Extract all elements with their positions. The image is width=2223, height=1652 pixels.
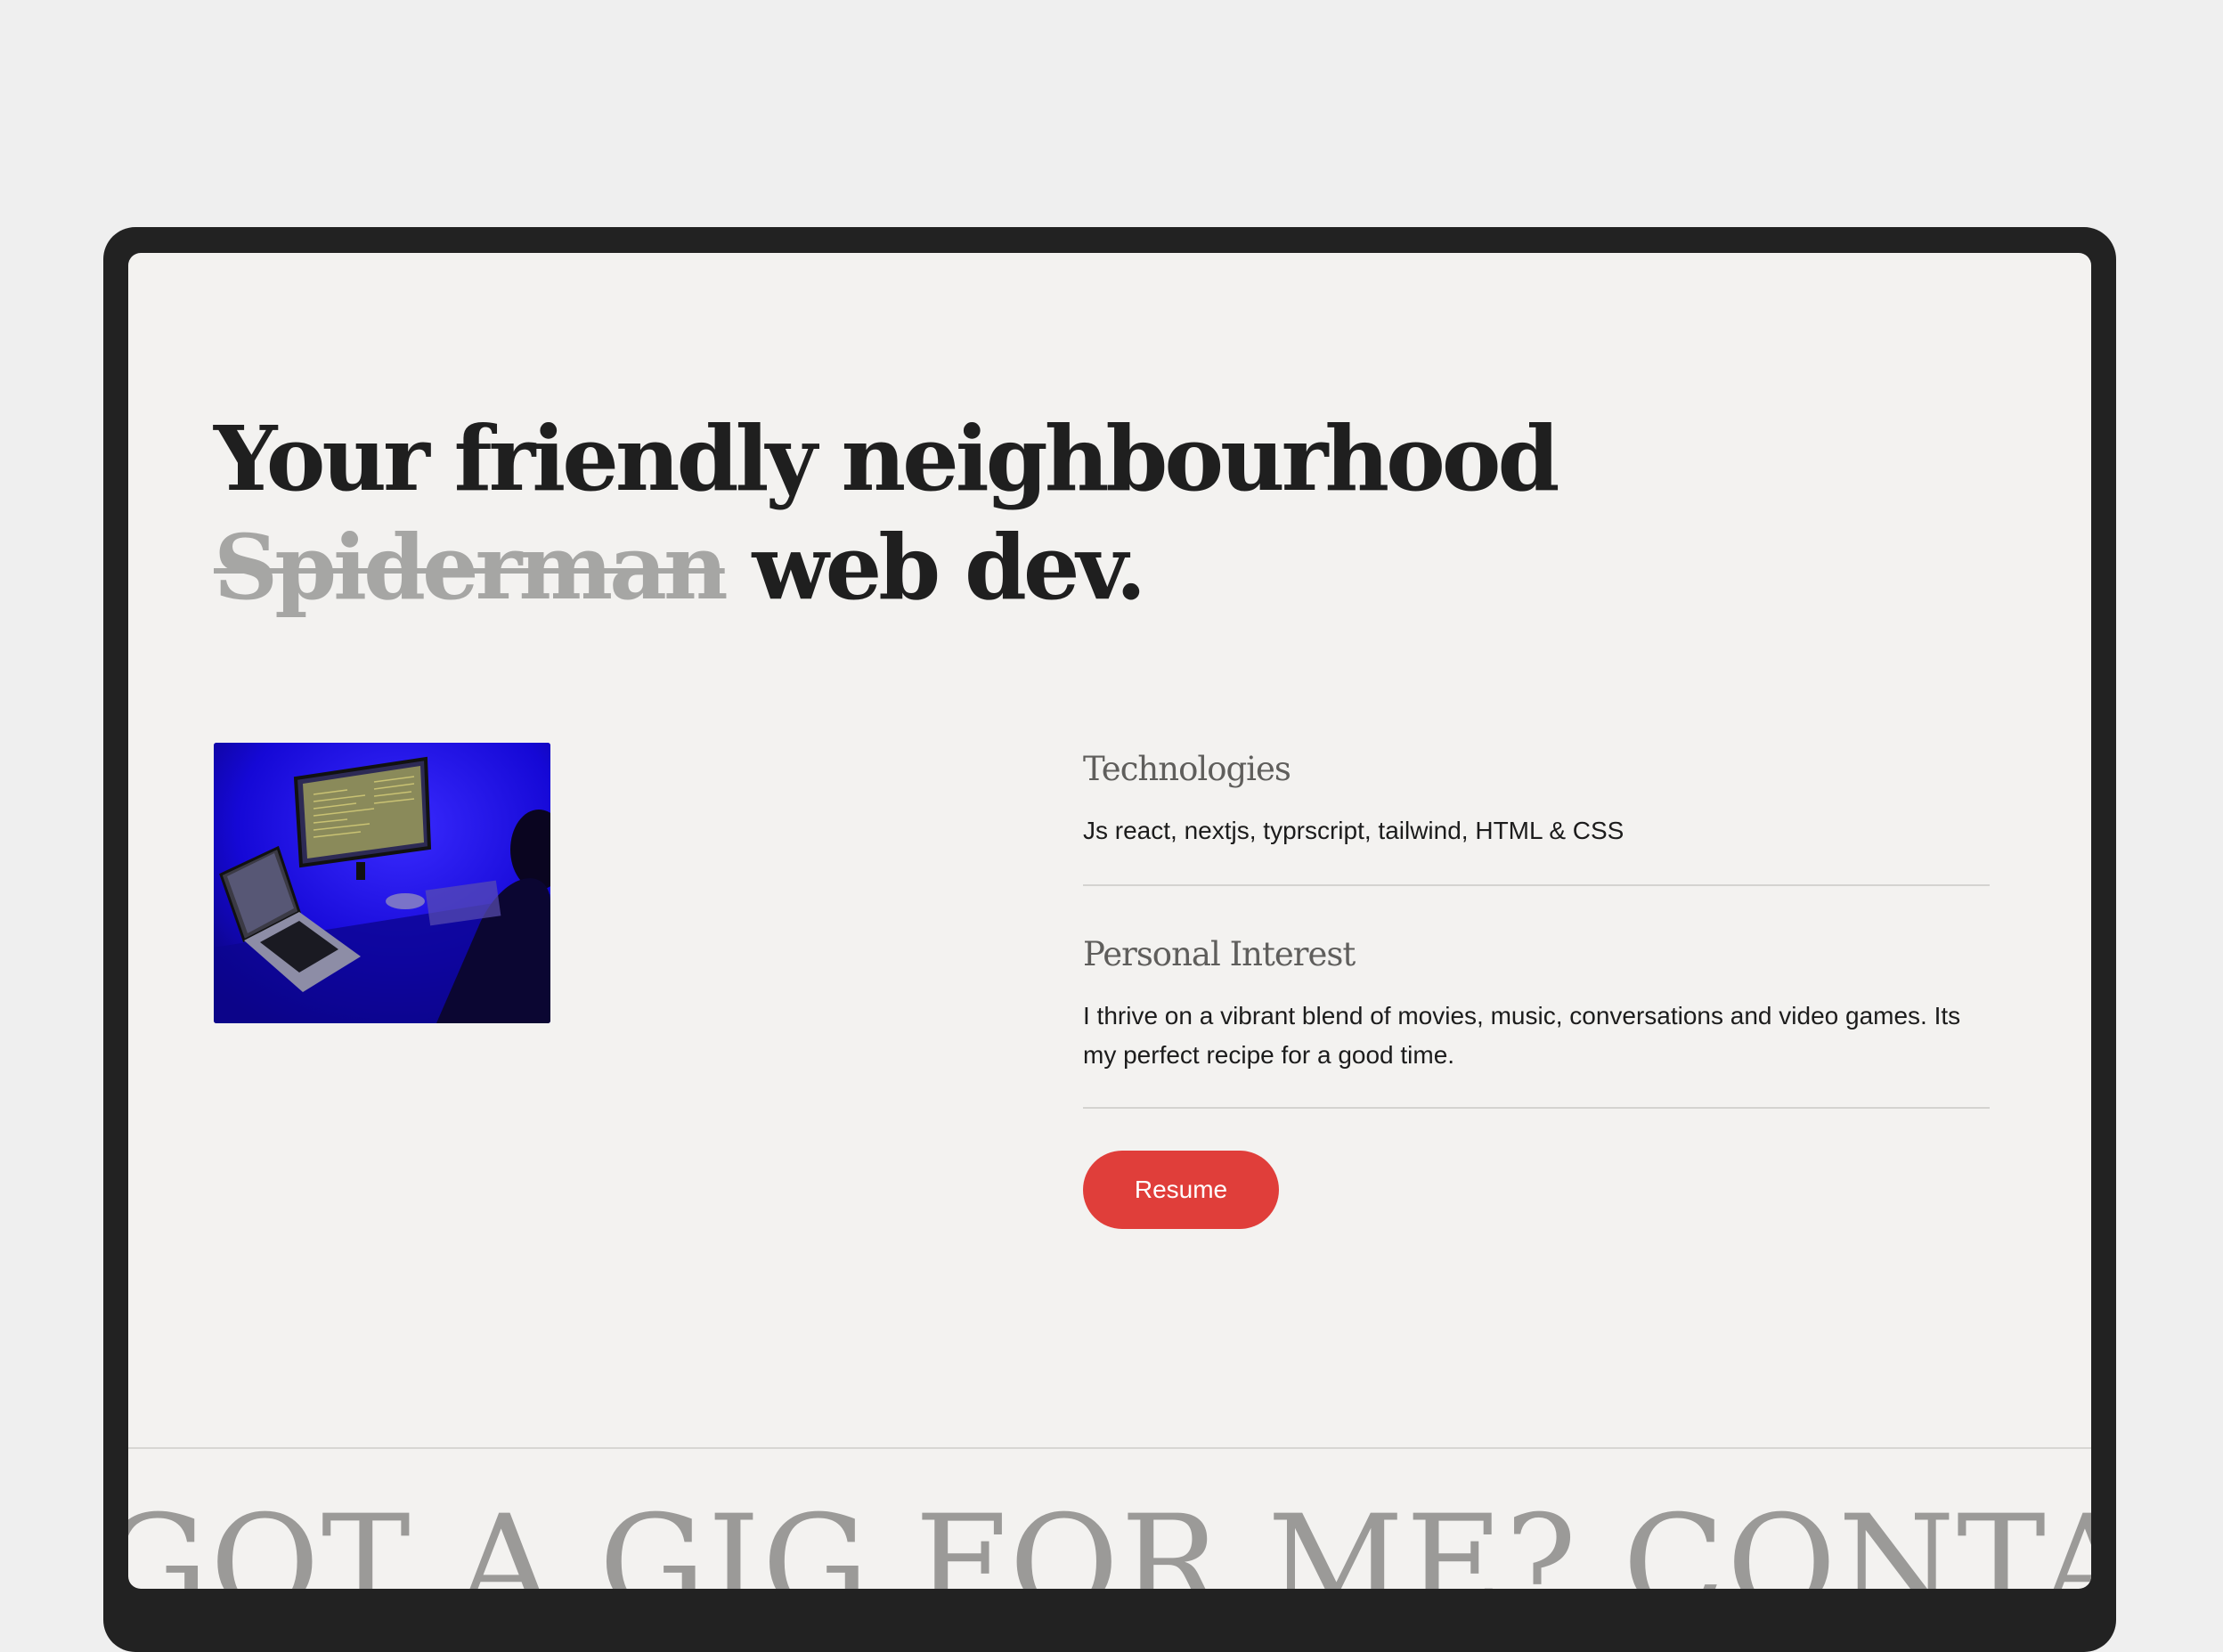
desk-setup-illustration xyxy=(214,743,550,1023)
technologies-title: Technologies xyxy=(1083,750,1291,788)
website-screen: Your friendly neighbourhood Spiderman we… xyxy=(128,253,2091,1589)
interests-section: Personal Interest I thrive on a vibrant … xyxy=(1083,886,1990,1109)
hero-struck-word: Spiderman xyxy=(214,515,729,620)
resume-button[interactable]: Resume xyxy=(1083,1151,1279,1229)
hero-line-2: web dev. xyxy=(752,515,1147,620)
hero-headline: Your friendly neighbourhood Spiderman we… xyxy=(214,404,1559,622)
interests-title: Personal Interest xyxy=(1083,935,1356,973)
contact-marquee[interactable]: GOT A GIG FOR ME? CONTACT ME xyxy=(128,1498,2091,1589)
section-divider xyxy=(128,1447,2091,1449)
desk-setup-photo xyxy=(214,743,550,1023)
hero-line-1: Your friendly neighbourhood xyxy=(214,406,1559,511)
info-panel: Technologies Js react, nextjs, typrscrip… xyxy=(1083,747,1990,1109)
technologies-text: Js react, nextjs, typrscript, tailwind, … xyxy=(1083,817,1624,844)
technologies-section: Technologies Js react, nextjs, typrscrip… xyxy=(1083,747,1990,886)
interests-text: I thrive on a vibrant blend of movies, m… xyxy=(1083,1002,1961,1069)
